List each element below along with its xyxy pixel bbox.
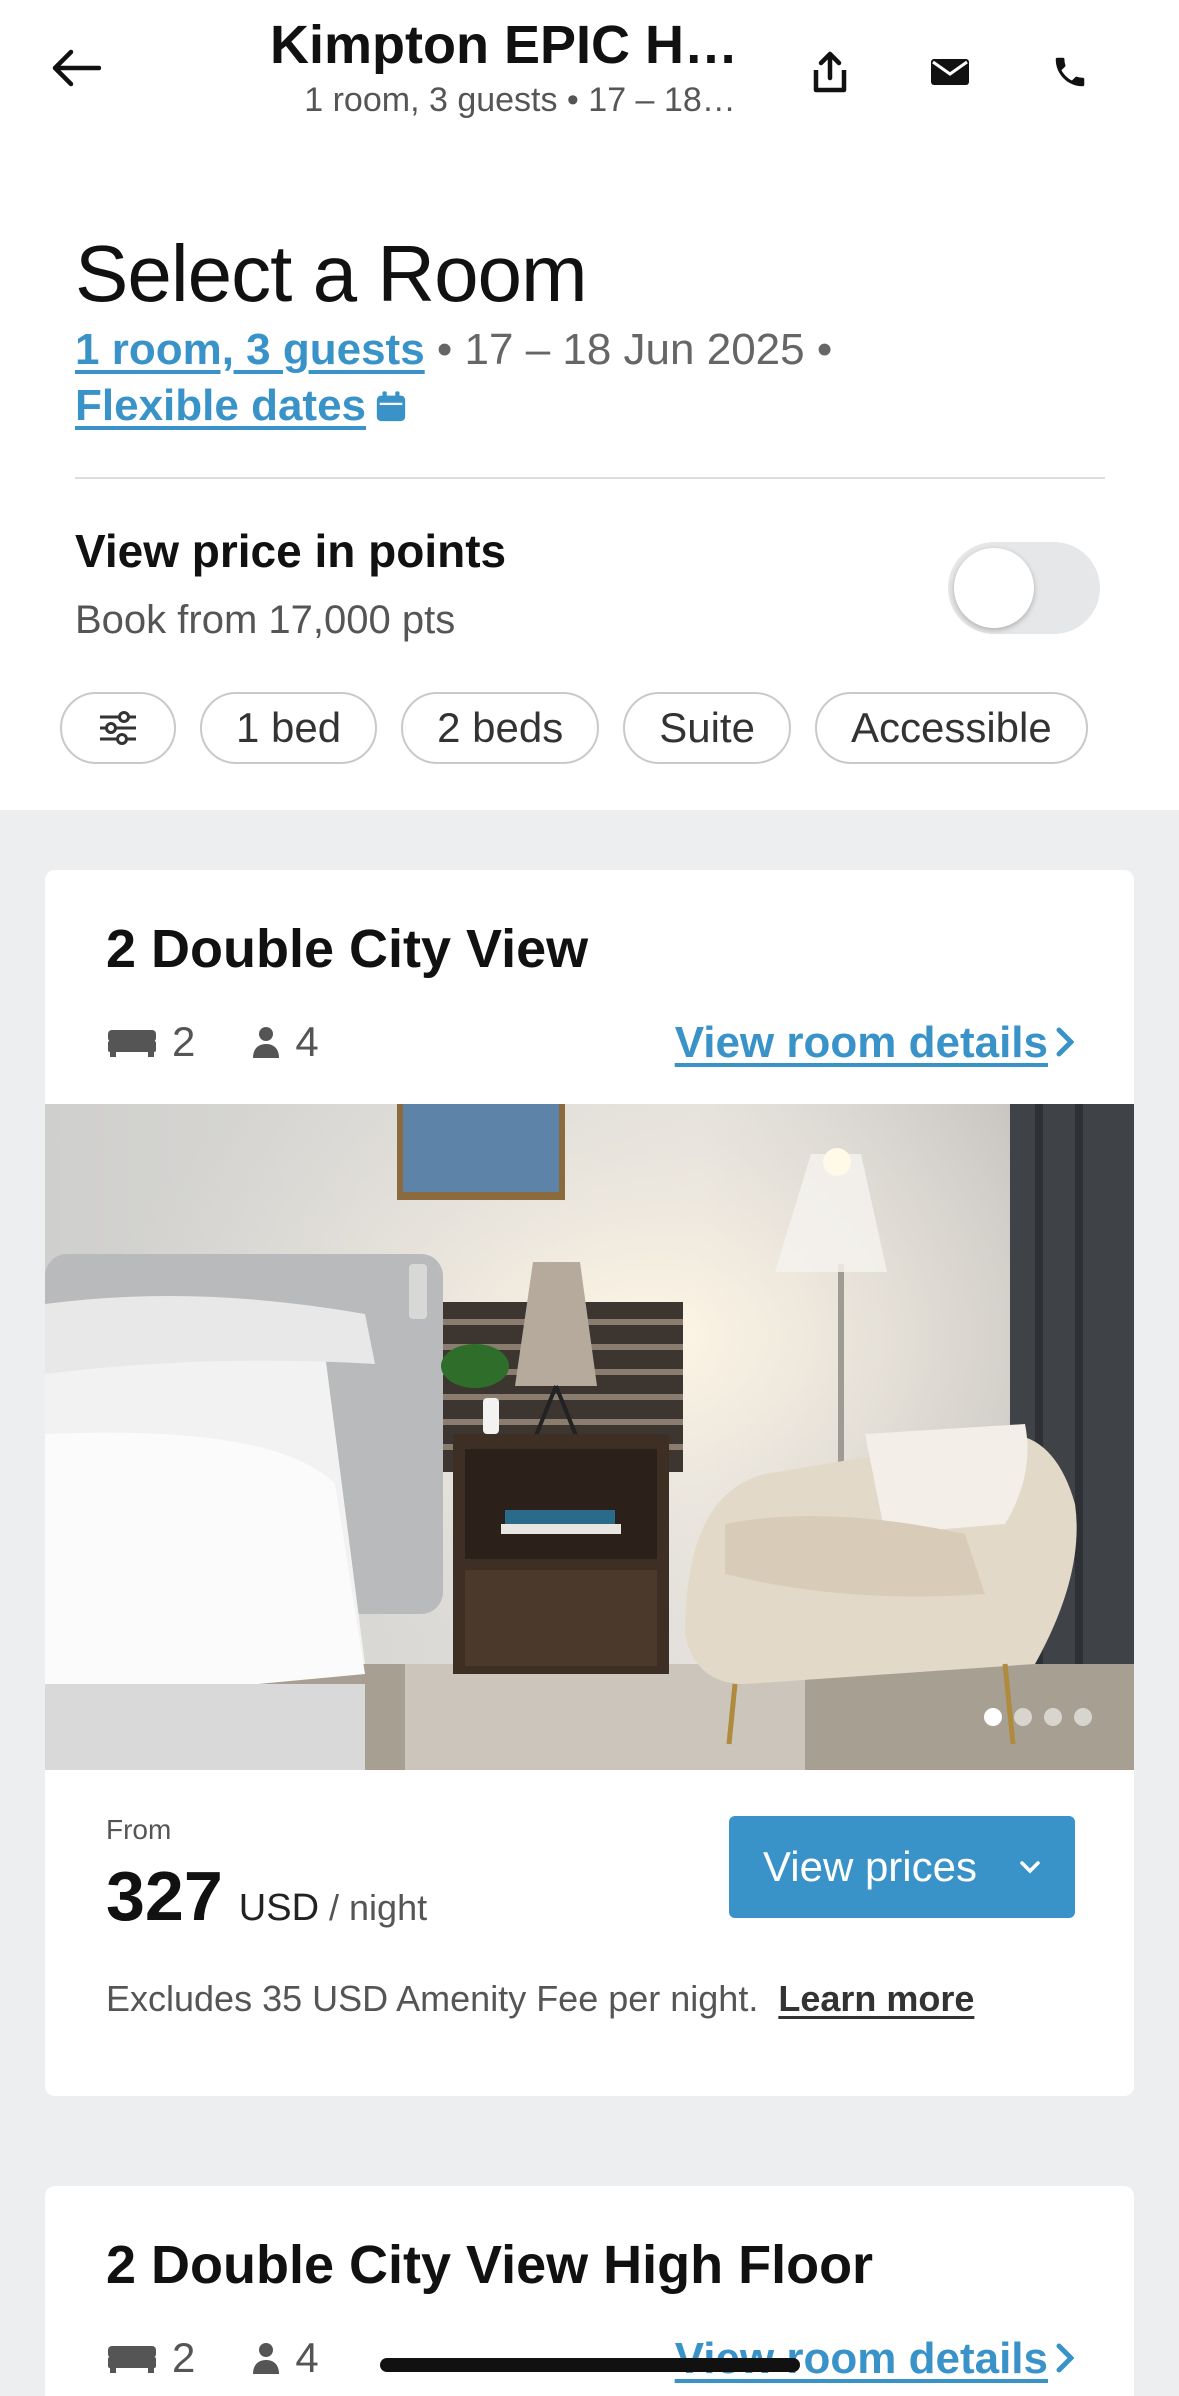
filter-chips: 1 bed 2 beds Suite Accessible — [60, 692, 1088, 764]
share-button[interactable] — [798, 40, 862, 104]
learn-more-link[interactable]: Learn more — [778, 1978, 974, 2019]
price-amount: 327 — [106, 1857, 223, 1935]
filter-chip-suite[interactable]: Suite — [623, 692, 791, 764]
call-button[interactable] — [1038, 40, 1102, 104]
room-selection-header: Select a Room 1 room, 3 guests • 17 – 18… — [0, 150, 1179, 810]
toggle-knob — [954, 548, 1034, 628]
filter-settings-chip[interactable] — [60, 692, 176, 764]
room-name: 2 Double City View — [106, 919, 589, 979]
bed-count: 2 — [172, 2334, 196, 2381]
carousel-dot — [1074, 1708, 1092, 1726]
sliders-icon — [100, 711, 136, 745]
carousel-dot — [1014, 1708, 1032, 1726]
guests-link[interactable]: 1 room, 3 guests — [75, 325, 425, 374]
price-unit: / night — [329, 1887, 428, 1928]
fee-text: Excludes 35 USD Amenity Fee per night. — [106, 1978, 759, 2019]
carousel-dot — [1044, 1708, 1062, 1726]
top-nav-bar: Kimpton EPIC Ho… 1 room, 3 guests • 17 –… — [0, 0, 1179, 150]
filter-chip-accessible[interactable]: Accessible — [814, 692, 1088, 764]
mail-icon — [931, 59, 969, 85]
amenity-fee-note: Excludes 35 USD Amenity Fee per night. Le… — [106, 1978, 974, 2020]
nav-subtitle: 1 room, 3 guests • 17 – 18… — [304, 81, 736, 119]
room-card: 2 Double City View 2 4 View room details — [45, 870, 1134, 2096]
calendar-icon[interactable] — [374, 382, 408, 438]
view-room-details-label: View room details — [674, 1018, 1048, 1067]
booking-summary: 1 room, 3 guests • 17 – 18 Jun 2025 • Fl… — [75, 322, 1115, 438]
filter-chip-2-beds[interactable]: 2 beds — [401, 692, 600, 764]
view-room-details-link[interactable]: View room details — [674, 1018, 1075, 1068]
view-prices-button[interactable]: View prices — [729, 1816, 1075, 1918]
filter-chip-1-bed[interactable]: 1 bed — [200, 692, 378, 764]
carousel-dot — [984, 1708, 1002, 1726]
room-price: 327 USD / night — [106, 1856, 427, 1936]
from-label: From — [106, 1814, 172, 1845]
chevron-right-icon — [1056, 1018, 1075, 1068]
back-button[interactable] — [44, 36, 108, 100]
guest-count: 4 — [295, 2334, 319, 2381]
view-prices-label: View prices — [763, 1843, 977, 1890]
page-title: Select a Room — [75, 229, 588, 318]
flexible-dates-link[interactable]: Flexible dates — [75, 381, 366, 430]
bed-icon — [108, 1030, 156, 1057]
person-icon — [253, 2343, 280, 2374]
carousel-indicator — [984, 1708, 1092, 1726]
divider — [75, 477, 1105, 479]
room-photo — [45, 1104, 1134, 1770]
room-list: 2 Double City View 2 4 View room details — [0, 810, 1179, 2396]
phone-icon — [1055, 57, 1085, 87]
room-photo-carousel[interactable] — [45, 1104, 1134, 1770]
points-subtitle: Book from 17,000 pts — [75, 598, 456, 642]
price-currency: USD — [238, 1887, 320, 1929]
chevron-down-icon — [1020, 1861, 1040, 1874]
date-range: • 17 – 18 Jun 2025 • — [424, 325, 833, 374]
guest-count: 4 — [295, 1018, 319, 1065]
points-toggle-label: View price in points — [75, 525, 507, 577]
room-name: 2 Double City View High Floor — [106, 2235, 874, 2295]
arrow-left-icon — [52, 49, 101, 87]
bed-icon — [108, 2346, 156, 2373]
room-capacity: 2 4 — [106, 1018, 375, 1066]
nav-title-block: Kimpton EPIC Ho… 1 room, 3 guests • 17 –… — [270, 12, 770, 122]
hotel-name: Kimpton EPIC Ho… — [270, 15, 770, 75]
points-toggle[interactable] — [948, 542, 1100, 634]
chevron-right-icon — [1056, 2334, 1075, 2384]
share-icon — [813, 51, 847, 93]
home-indicator[interactable] — [380, 2358, 800, 2372]
room-capacity: 2 4 — [106, 2334, 375, 2382]
bed-count: 2 — [172, 1018, 196, 1065]
person-icon — [253, 1027, 280, 1058]
email-button[interactable] — [918, 40, 982, 104]
